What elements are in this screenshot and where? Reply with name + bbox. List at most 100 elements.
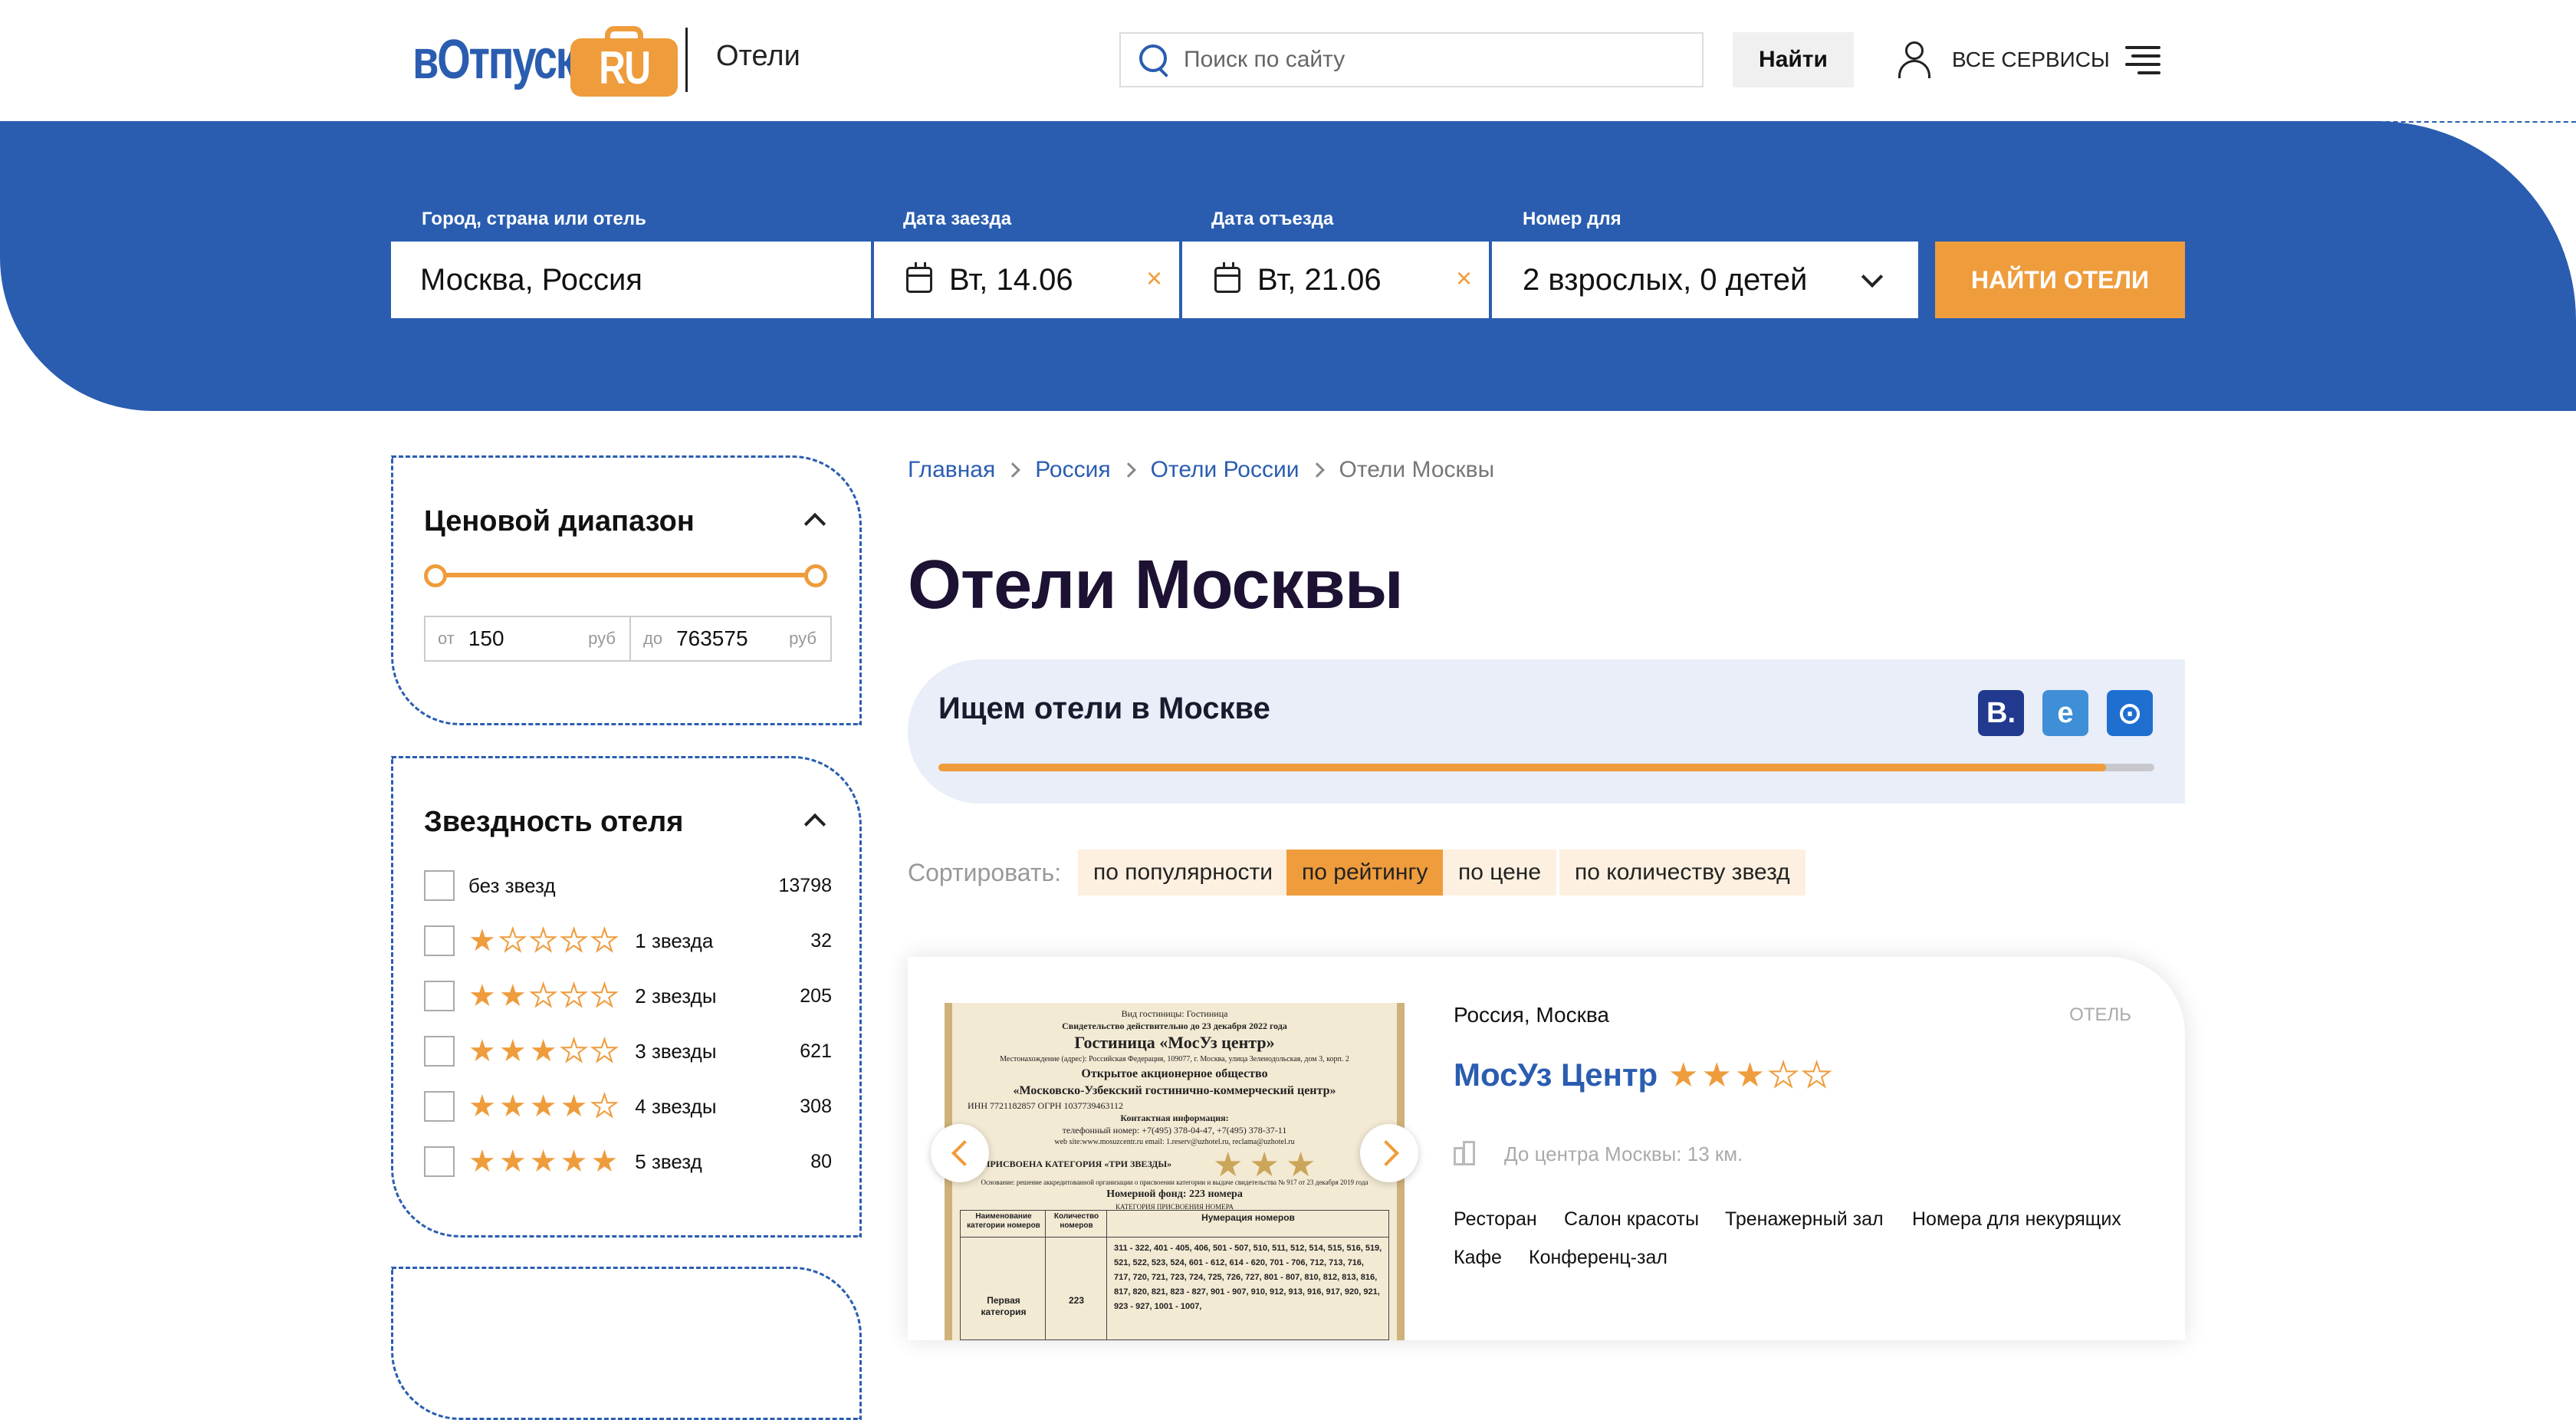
breadcrumb-current: Отели Москвы	[1339, 457, 1495, 482]
star-rating: ★ ★ ★ ★ ★	[468, 979, 621, 1013]
city-label: Город, страна или отель	[422, 209, 646, 229]
checkout-value: Вт, 21.06	[1257, 262, 1382, 297]
ostrovok-icon: ⊙	[2107, 690, 2153, 736]
price-from-input[interactable]: от 150 руб	[424, 616, 631, 662]
site-search-input[interactable]	[1182, 46, 1673, 74]
chevron-right-icon	[1309, 462, 1325, 478]
star-filter-checkbox[interactable]	[424, 981, 455, 1011]
star-icon: ★	[590, 924, 619, 958]
photo-text: 311 - 322, 401 - 405, 406, 501 - 507, 51…	[1114, 1244, 1382, 1311]
photo-text: ПРИСВОЕНА КАТЕГОРИЯ «ТРИ ЗВЕЗДЫ»	[983, 1159, 1172, 1169]
star-filter-checkbox[interactable]	[424, 1036, 455, 1067]
price-from-value: 150	[468, 626, 504, 650]
star-filter-checkbox[interactable]	[424, 1091, 455, 1122]
section-title: Отели	[716, 40, 800, 72]
suitcase-icon: RU	[570, 26, 678, 97]
checkout-field[interactable]: Вт, 21.06 ×	[1182, 242, 1489, 318]
photo-text: Номерной фонд: 223 номера	[1106, 1188, 1243, 1200]
decor-dotted-line	[2269, 121, 2576, 123]
star-filter-label: 3 звезды	[635, 1039, 717, 1063]
star-filter-checkbox[interactable]	[424, 1146, 455, 1177]
calendar-icon	[1214, 262, 1240, 293]
photo-text: Вид гостиницы: Гостиница	[1121, 1008, 1228, 1019]
star-filter-label: 5 звезд	[635, 1149, 702, 1173]
star-icon: ★	[560, 1145, 588, 1178]
star-filter-count: 80	[810, 1150, 832, 1172]
chevron-right-icon	[1005, 462, 1021, 478]
star-filter-checkbox[interactable]	[424, 870, 455, 901]
header-divider	[685, 28, 688, 92]
star-rating: ★ ★ ★ ★ ★	[468, 1090, 621, 1123]
price-filter-title: Ценовой диапазон	[424, 505, 695, 537]
photo-text: 223	[1068, 1295, 1085, 1306]
sort-popularity[interactable]: по популярности	[1078, 850, 1288, 896]
amenity: Кафе	[1454, 1247, 1502, 1268]
clear-checkin-icon[interactable]: ×	[1146, 265, 1162, 292]
menu-icon[interactable]	[2125, 46, 2160, 75]
hotel-stars: ★ ★ ★ ★ ★	[1668, 1056, 1835, 1095]
star-filter-label: 4 звезды	[635, 1094, 717, 1118]
hotel-location: Россия, Москва	[1454, 1003, 1609, 1027]
find-hotels-button[interactable]: Найти отели	[1935, 242, 2185, 318]
star-icon: ★	[1767, 1056, 1799, 1095]
price-slider-max-handle[interactable]	[804, 564, 827, 587]
star-icon: ★	[529, 1145, 557, 1178]
chevron-up-icon[interactable]	[803, 512, 826, 535]
logo-text: вОтпуск	[412, 29, 577, 90]
breadcrumb-home[interactable]: Главная	[908, 457, 995, 483]
star-filter-row[interactable]: без звезд 13798	[424, 869, 832, 902]
photo-next-button[interactable]	[1360, 1124, 1418, 1182]
site-search	[1119, 32, 1704, 87]
star-filter-count: 205	[800, 984, 832, 1007]
price-slider-min-handle[interactable]	[424, 564, 447, 587]
checkout-label: Дата отъезда	[1211, 209, 1334, 229]
amenity: Номера для некурящих	[1912, 1208, 2121, 1230]
photo-prev-button[interactable]	[931, 1124, 989, 1182]
site-search-button[interactable]: Найти	[1733, 32, 1854, 87]
photo-text: Контактная информация:	[1120, 1113, 1229, 1123]
price-to-input[interactable]: до 763575 руб	[629, 616, 832, 662]
room-value: 2 взрослых, 0 детей	[1523, 262, 1808, 297]
hotel-photo[interactable]: Вид гостиницы: Гостиница Свидетельство д…	[945, 1003, 1405, 1340]
room-select[interactable]: 2 взрослых, 0 детей	[1492, 242, 1918, 318]
breadcrumb-russia[interactable]: Россия	[1035, 457, 1110, 483]
star-icon: ★	[590, 1034, 619, 1068]
search-progress-fill	[938, 764, 2106, 771]
star-icon: ★	[498, 1090, 527, 1123]
checkin-field[interactable]: Вт, 14.06 ×	[874, 242, 1179, 318]
stars-filter-title: Звездность отеля	[424, 806, 684, 838]
amenity: Тренажерный зал	[1725, 1208, 1884, 1230]
star-icon: ★	[498, 979, 527, 1013]
logo[interactable]: вОтпуск RU	[412, 23, 678, 97]
hotel-card[interactable]: Вид гостиницы: Гостиница Свидетельство д…	[908, 957, 2185, 1340]
star-filter-row[interactable]: ★ ★ ★ ★ ★ 5 звезд 80	[424, 1145, 832, 1178]
city-field[interactable]: Москва, Россия	[391, 242, 871, 318]
star-filter-row[interactable]: ★ ★ ★ ★ ★ 3 звезды 621	[424, 1034, 832, 1068]
sort-price[interactable]: по цене	[1443, 850, 1557, 896]
hotel-name[interactable]: МосУз Центр	[1454, 1057, 1658, 1093]
stars-filter: Звездность отеля без звезд 13798 ★ ★ ★ ★ ★ 1 зв…	[391, 756, 862, 1238]
clear-checkout-icon[interactable]: ×	[1456, 265, 1472, 292]
amenity: Ресторан	[1454, 1208, 1537, 1230]
sort-rating[interactable]: по рейтингу	[1286, 850, 1444, 896]
room-label: Номер для	[1523, 209, 1622, 229]
sort-stars[interactable]: по количеству звезд	[1559, 850, 1806, 896]
star-filter-row[interactable]: ★ ★ ★ ★ ★ 1 звезда 32	[424, 924, 832, 958]
all-services-link[interactable]: ВСЕ СЕРВИСЫ	[1952, 48, 2110, 72]
chevron-up-icon[interactable]	[803, 813, 826, 836]
user-icon[interactable]	[1897, 41, 1932, 80]
price-slider-track[interactable]	[438, 573, 821, 577]
star-filter-row[interactable]: ★ ★ ★ ★ ★ 4 звезды 308	[424, 1090, 832, 1123]
star-filter-count: 32	[810, 929, 832, 952]
photo-text: Свидетельство действительно до 23 декабр…	[1062, 1021, 1287, 1031]
breadcrumb-hotels-russia[interactable]: Отели России	[1151, 457, 1300, 483]
star-rating: ★ ★ ★ ★ ★	[468, 1034, 621, 1068]
star-icon: ★	[590, 1090, 619, 1123]
star-filter-checkbox[interactable]	[424, 925, 455, 956]
star-icon: ★	[560, 924, 589, 958]
star-icon: ★	[468, 979, 496, 1013]
star-filter-row[interactable]: ★ ★ ★ ★ ★ 2 звезды 205	[424, 979, 832, 1013]
price-from-prefix: от	[438, 629, 455, 648]
star-icon: ★	[468, 1145, 496, 1178]
star-icon: ★	[590, 1145, 619, 1178]
